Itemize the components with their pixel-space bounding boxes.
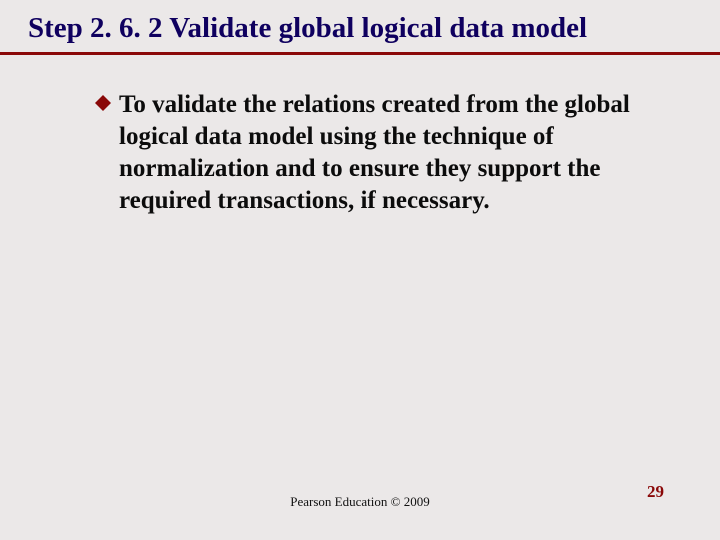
- slide-title: Step 2. 6. 2 Validate global logical dat…: [28, 10, 692, 46]
- diamond-bullet-icon: [95, 95, 111, 111]
- slide-number: 29: [647, 482, 664, 502]
- bullet-item: To validate the relations created from t…: [95, 89, 670, 217]
- slide-body: To validate the relations created from t…: [0, 55, 720, 217]
- bullet-text: To validate the relations created from t…: [119, 89, 670, 217]
- footer-credit: Pearson Education © 2009: [0, 494, 720, 510]
